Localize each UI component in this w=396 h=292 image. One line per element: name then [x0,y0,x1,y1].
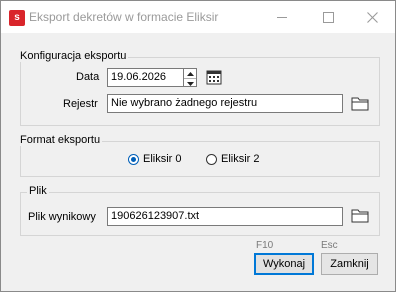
spin-up-icon[interactable] [184,69,196,78]
close-icon [366,11,378,23]
maximize-button[interactable] [305,1,351,33]
spin-down-icon[interactable] [184,78,196,88]
output-file-label: Plik wynikowy [28,211,96,223]
register-field[interactable]: Nie wybrano żadnego rejestru [107,94,343,113]
date-spinner[interactable] [184,68,197,87]
config-group [20,57,380,126]
format-group [20,141,380,177]
file-group-label: Plik [27,185,49,197]
date-field[interactable]: 19.06.2026 [107,68,184,87]
radio-label: Eliksir 0 [143,153,182,165]
app-logo-icon: s [9,10,25,26]
minimize-button[interactable] [259,1,305,33]
folder-icon[interactable] [351,208,369,224]
radio-label: Eliksir 2 [221,153,260,165]
radio-eliksir-2[interactable]: Eliksir 2 [206,153,260,165]
output-file-field[interactable]: 190626123907.txt [107,207,343,226]
close-window-button[interactable] [349,1,395,33]
close-shortcut: Esc [321,240,338,251]
radio-indicator[interactable] [206,153,217,165]
format-group-label: Format eksportu [18,134,103,146]
title-bar[interactable]: s Eksport dekretów w formacie Eliksir [1,1,395,33]
folder-icon[interactable] [351,96,369,112]
execute-shortcut: F10 [256,240,274,251]
radio-eliksir-0[interactable]: Eliksir 0 [128,153,182,165]
config-group-label: Konfiguracja eksportu [18,50,129,62]
window-title: Eksport dekretów w formacie Eliksir [29,10,219,24]
date-label: Data [76,71,100,83]
close-button[interactable]: Zamknij [321,253,378,275]
maximize-icon [322,11,334,23]
execute-button[interactable]: Wykonaj [254,253,314,275]
radio-indicator[interactable] [128,153,139,165]
calendar-icon[interactable] [206,69,224,85]
minimize-icon [277,16,287,18]
register-label: Rejestr [63,98,98,110]
dialog-window: s Eksport dekretów w formacie Eliksir Ko… [0,0,396,292]
